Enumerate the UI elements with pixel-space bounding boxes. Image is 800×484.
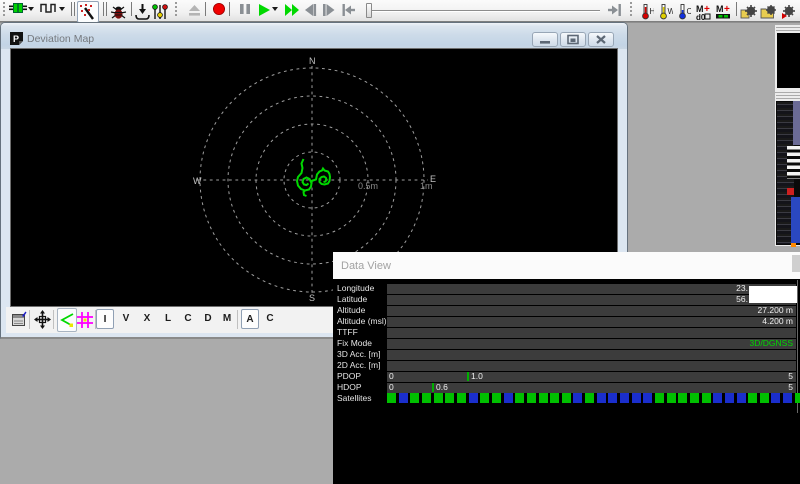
svg-text:W: W [193,176,202,186]
svg-text:M: M [716,4,724,14]
svg-text:1m: 1m [420,181,433,191]
svg-text:C: C [687,7,692,16]
svg-text:+: + [724,4,730,15]
svg-text:W: W [668,7,674,16]
svg-text:P: P [13,34,19,44]
svg-text:S: S [309,293,315,303]
svg-text:N: N [309,56,316,66]
svg-text:H: H [650,7,655,16]
svg-text:d0: d0 [696,13,706,21]
svg-text:0.5m: 0.5m [358,181,378,191]
